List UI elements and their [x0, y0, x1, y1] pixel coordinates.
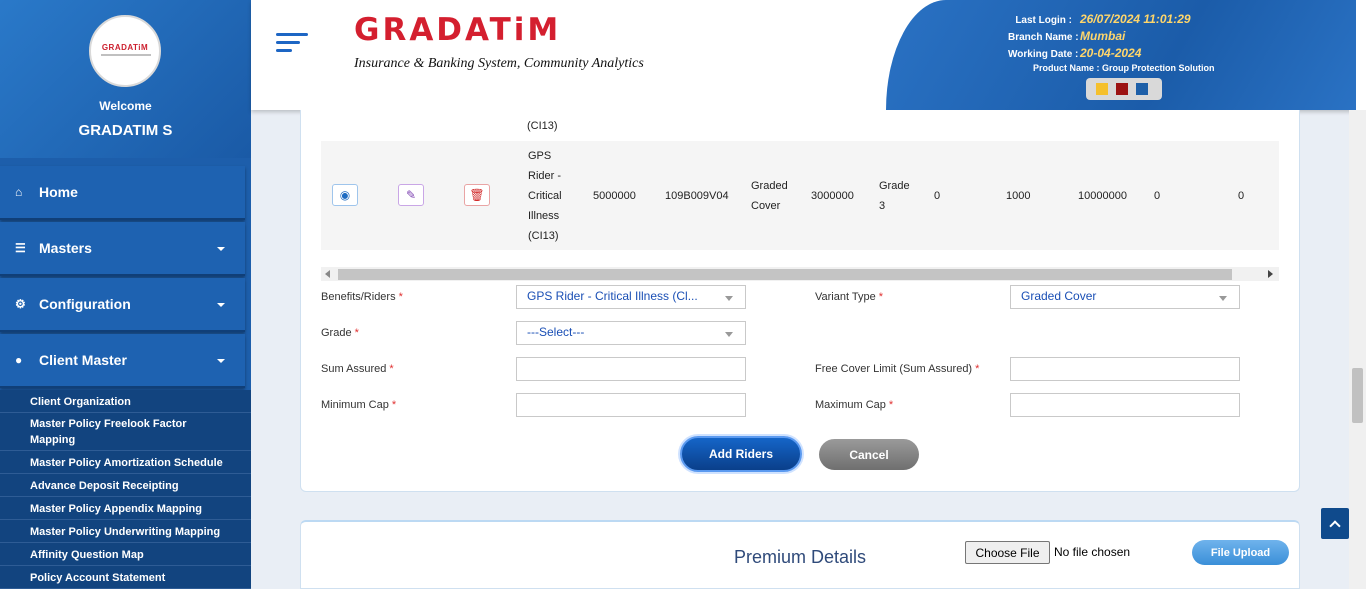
scroll-to-top-button[interactable] [1321, 508, 1349, 539]
prev-row-benefit-tail: (CI13) [527, 120, 558, 132]
file-upload-button[interactable]: File Upload [1192, 540, 1289, 565]
user-icon: ● [15, 353, 23, 367]
branch-label: Branch Name : [1008, 32, 1079, 43]
submenu-underwriting-mapping[interactable]: Master Policy Underwriting Mapping [0, 521, 251, 543]
minimum-cap-input[interactable] [516, 393, 746, 417]
free-cover-limit-input[interactable] [1010, 357, 1240, 381]
profile-section: GRADATiM Welcome GRADATIM S [0, 0, 251, 158]
edit-pencil-icon[interactable]: ✎ [398, 184, 424, 206]
username: GRADATIM S [78, 122, 173, 139]
riders-panel: (CI13) ◉ ✎ 🗑 GPS Rider - Critical Illnes… [300, 110, 1300, 492]
branch-value: Mumbai [1080, 29, 1126, 43]
nav-label: Home [39, 184, 78, 200]
scroll-right-arrow-icon[interactable] [1268, 270, 1273, 278]
cell-value-d: 0 [1154, 190, 1161, 202]
welcome-text: Welcome [99, 99, 152, 113]
home-icon: ⌂ [15, 185, 23, 199]
session-info-panel: Last Login : 26/07/2024 11:01:29 Branch N… [886, 0, 1356, 110]
file-status-text: No file chosen [1054, 545, 1131, 559]
working-date-value: 20-04-2024 [1080, 46, 1142, 60]
header: GRADATiM Insurance & Banking System, Com… [251, 0, 1366, 110]
submenu-affinity-question-map[interactable]: Affinity Question Map [0, 544, 251, 566]
table-horizontal-scrollbar[interactable] [321, 267, 1279, 281]
nav-client-master[interactable]: ● Client Master [0, 334, 245, 388]
nav-label: Client Master [39, 352, 127, 368]
nav-label: Masters [39, 240, 92, 256]
company-logo: GRADATiM [89, 15, 161, 87]
theme-blue-swatch[interactable] [1136, 83, 1148, 95]
cell-variant: Graded Cover [751, 180, 788, 212]
chevron-up-icon [1329, 519, 1341, 532]
chevron-down-icon [217, 359, 225, 363]
chevron-down-icon [217, 247, 225, 251]
nav-home[interactable]: ⌂ Home [0, 166, 245, 220]
submenu-freelook-factor-mapping[interactable]: Master Policy Freelook Factor Mapping [0, 414, 251, 451]
chevron-down-icon [217, 303, 225, 307]
client-master-submenu: Client Organization Master Policy Freelo… [0, 390, 251, 589]
free-cover-limit-label: Free Cover Limit (Sum Assured) * [815, 363, 980, 375]
brand-name: GRADATiM [354, 12, 562, 48]
cancel-button[interactable]: Cancel [819, 439, 919, 470]
cell-value-a: 0 [934, 190, 941, 202]
menu-toggle-icon[interactable] [276, 33, 308, 57]
sum-assured-input[interactable] [516, 357, 746, 381]
last-login-label: Last Login : [1015, 15, 1072, 26]
scrollbar-thumb[interactable] [338, 269, 1232, 280]
logo-tagline-bar [101, 54, 151, 56]
maximum-cap-input[interactable] [1010, 393, 1240, 417]
benefits-riders-label: Benefits/Riders * [321, 291, 403, 303]
cell-free-cover: 3000000 [811, 190, 854, 202]
delete-trash-icon[interactable]: 🗑 [464, 184, 490, 206]
submenu-appendix-mapping[interactable]: Master Policy Appendix Mapping [0, 498, 251, 520]
add-riders-button[interactable]: Add Riders [680, 436, 802, 472]
brand-logo: GRADATiM Insurance & Banking System, Com… [354, 12, 644, 84]
branch-row: Branch Name :Mumbai [1008, 29, 1125, 43]
cell-benefit: GPS Rider - Critical Illness (CI13) [528, 150, 562, 242]
theme-red-swatch[interactable] [1116, 83, 1128, 95]
chevron-down-icon [725, 296, 733, 301]
maximum-cap-label: Maximum Cap * [815, 399, 894, 411]
submenu-client-organization[interactable]: Client Organization [0, 392, 251, 413]
cell-grade: Grade 3 [879, 180, 910, 212]
theme-yellow-swatch[interactable] [1096, 83, 1108, 95]
cogs-icon: ⚙ [15, 297, 26, 311]
working-date-label: Working Date : [1008, 49, 1079, 60]
theme-switcher [1086, 78, 1162, 100]
premium-details-panel: Premium Details Choose File No file chos… [300, 520, 1300, 589]
sidebar: GRADATiM Welcome GRADATIM S ⌂ Home ☰ Mas… [0, 0, 251, 589]
cell-value-e: 0 [1238, 190, 1245, 202]
cell-code: 109B009V04 [665, 190, 729, 202]
cell-value-b: 1000 [1006, 190, 1031, 202]
variant-type-select[interactable]: Graded Cover [1010, 285, 1240, 309]
variant-type-label: Variant Type * [815, 291, 884, 303]
brand-tagline: Insurance & Banking System, Community An… [354, 56, 644, 71]
submenu-amortization-schedule[interactable]: Master Policy Amortization Schedule [0, 452, 251, 474]
cell-sum-assured: 5000000 [593, 190, 636, 202]
submenu-policy-account-statement[interactable]: Policy Account Statement [0, 567, 251, 589]
nav-label: Configuration [39, 296, 131, 312]
minimum-cap-label: Minimum Cap * [321, 399, 397, 411]
sum-assured-label: Sum Assured * [321, 363, 394, 375]
last-login-row: Last Login : 26/07/2024 11:01:29 [1008, 12, 1191, 26]
premium-details-title: Premium Details [734, 547, 867, 567]
chevron-down-icon [725, 332, 733, 337]
cell-value-c: 10000000 [1078, 190, 1127, 202]
scrollbar-thumb[interactable] [1352, 368, 1363, 423]
view-eye-icon[interactable]: ◉ [332, 184, 358, 206]
submenu-advance-deposit[interactable]: Advance Deposit Receipting [0, 475, 251, 497]
chevron-down-icon [1219, 296, 1227, 301]
choose-file-button[interactable]: Choose File [965, 541, 1050, 564]
grade-label: Grade * [321, 327, 359, 339]
grade-select[interactable]: ---Select--- [516, 321, 746, 345]
working-date-row: Working Date :20-04-2024 [1008, 46, 1141, 60]
database-icon: ☰ [15, 241, 26, 255]
nav-masters[interactable]: ☰ Masters [0, 222, 245, 276]
nav-configuration[interactable]: ⚙ Configuration [0, 278, 245, 332]
logo-text: GRADATiM [101, 43, 149, 52]
product-name: Product Name : Group Protection Solution [1033, 63, 1215, 73]
scroll-left-arrow-icon[interactable] [325, 270, 330, 278]
last-login-value: 26/07/2024 11:01:29 [1080, 12, 1191, 26]
page-vertical-scrollbar[interactable] [1349, 110, 1366, 589]
benefits-riders-select[interactable]: GPS Rider - Critical Illness (Cl... [516, 285, 746, 309]
